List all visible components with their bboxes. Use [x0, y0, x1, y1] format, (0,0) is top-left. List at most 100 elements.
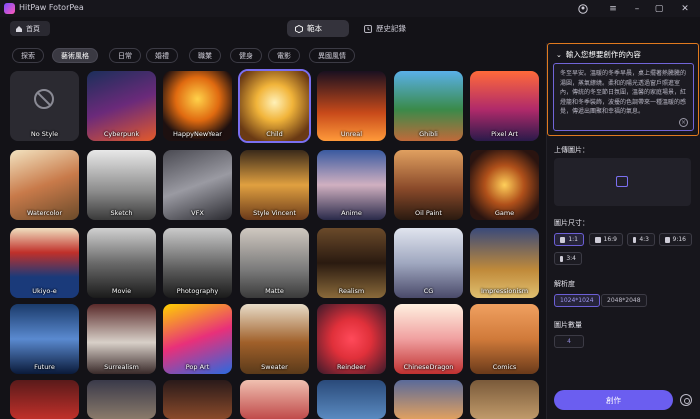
style-tile[interactable]: Pop Art [163, 304, 232, 374]
no-style-icon [34, 89, 54, 109]
style-tile[interactable] [470, 380, 539, 419]
style-label: No Style [30, 130, 59, 138]
prompt-header[interactable]: ⌄ 輸入您想要創作的內容 [556, 49, 641, 60]
style-tile[interactable] [10, 380, 79, 419]
style-tile[interactable] [163, 380, 232, 419]
style-tile[interactable]: Sweater [240, 304, 309, 374]
style-tile[interactable]: HappyNewYear [163, 71, 232, 141]
style-label: Anime [341, 209, 362, 217]
style-tile[interactable]: Cyberpunk [87, 71, 156, 141]
prompt-title: 輸入您想要創作的內容 [565, 50, 641, 59]
style-tile[interactable]: Impressionism [470, 228, 539, 298]
count-input[interactable]: 4 [554, 335, 584, 348]
style-tile[interactable]: Realism [317, 228, 386, 298]
tab-templates[interactable]: 範本 [287, 20, 349, 37]
style-tile[interactable]: Oil Paint [394, 150, 463, 220]
ratio-option[interactable]: 3:4 [554, 252, 582, 265]
style-tile[interactable] [317, 380, 386, 419]
image-upload-icon [616, 176, 628, 187]
style-tile[interactable]: Future [10, 304, 79, 374]
style-tile[interactable]: Game [470, 150, 539, 220]
create-button[interactable]: 創作 [554, 390, 673, 410]
style-label: Sketch [110, 209, 133, 217]
style-tile[interactable]: Photography [163, 228, 232, 298]
home-label: 首頁 [26, 24, 40, 33]
menu-icon[interactable]: ≡ [606, 2, 620, 15]
ratio-option[interactable]: 4:3 [627, 233, 655, 246]
resolution-option[interactable]: 2048*2048 [601, 294, 647, 307]
category-chip[interactable]: 探索 [12, 48, 44, 63]
style-thumbnail [163, 380, 232, 419]
style-label: Sweater [261, 363, 288, 371]
style-tile[interactable]: Style Vincent [240, 150, 309, 220]
style-tile[interactable]: No Style [10, 71, 79, 141]
style-tile[interactable]: Child [238, 69, 311, 143]
ratio-label: 9:16 [672, 236, 686, 243]
home-icon [16, 25, 22, 32]
style-tile[interactable]: ChineseDragon [394, 304, 463, 374]
style-label: Child [266, 130, 283, 138]
style-tile[interactable]: Movie [87, 228, 156, 298]
style-tile[interactable]: Ukiyo-e [10, 228, 79, 298]
category-chip[interactable]: 電影 [268, 48, 300, 63]
category-chip[interactable]: 日常 [109, 48, 141, 63]
style-label: Cyberpunk [103, 130, 140, 138]
style-label: Style Vincent [253, 209, 296, 217]
ratio-option[interactable]: 1:1 [554, 233, 584, 246]
style-tile[interactable]: Matte [240, 228, 309, 298]
resolution-label: 解析度 [554, 280, 575, 288]
prompt-input[interactable]: 冬至早安。溫暖的冬季早晨，桌上擺著熱騰騰的湯圓，蒸氣繚繞。柔和的陽光透過窗戶照進… [553, 63, 694, 131]
maximize-icon[interactable]: ▢ [652, 2, 666, 15]
style-tile[interactable] [240, 380, 309, 419]
style-tile[interactable]: CG [394, 228, 463, 298]
style-label: Photography [176, 287, 219, 295]
style-tile[interactable]: Comics [470, 304, 539, 374]
style-label: Comics [492, 363, 517, 371]
resolution-option[interactable]: 1024*1024 [554, 294, 600, 307]
style-tile[interactable]: Reindeer [317, 304, 386, 374]
ratio-icon [633, 236, 637, 243]
style-tile[interactable]: Sketch [87, 150, 156, 220]
home-button[interactable]: 首頁 [10, 21, 50, 36]
style-tile[interactable]: Pixel Art [470, 71, 539, 141]
ratio-option[interactable]: 9:16 [659, 233, 692, 246]
style-label: Watercolor [26, 209, 63, 217]
style-tile[interactable] [394, 380, 463, 419]
account-icon[interactable] [576, 2, 590, 15]
count-label: 圖片數量 [554, 321, 582, 329]
style-tile[interactable] [87, 380, 156, 419]
close-icon[interactable]: ✕ [678, 2, 692, 15]
tab-history[interactable]: 歷史記錄 [356, 20, 422, 37]
style-tile[interactable]: Unreal [317, 71, 386, 141]
size-label: 圖片尺寸： [554, 219, 589, 227]
gear-icon[interactable] [680, 394, 692, 406]
style-thumbnail [10, 380, 79, 419]
style-tile[interactable]: Ghibli [394, 71, 463, 141]
style-grid: No Style Cyberpunk HappyNewYear Child Unreal… [10, 69, 540, 419]
style-label: Unreal [340, 130, 363, 138]
ratio-icon [560, 236, 566, 243]
style-thumbnail [240, 380, 309, 419]
style-tile[interactable]: Surrealism [87, 304, 156, 374]
category-chip[interactable]: 職業 [189, 48, 221, 63]
ratio-option[interactable]: 16:9 [589, 233, 623, 246]
ratio-icon [560, 255, 564, 262]
style-label: Realism [338, 287, 365, 295]
minimize-icon[interactable]: – [630, 2, 644, 15]
style-label: Reindeer [337, 363, 366, 371]
ratio-icon [665, 236, 670, 243]
style-tile[interactable]: VFX [163, 150, 232, 220]
style-tile[interactable]: Anime [317, 150, 386, 220]
style-label: Matte [265, 287, 284, 295]
category-chip[interactable]: 藝術風格 [52, 48, 98, 63]
clear-icon[interactable]: × [679, 118, 688, 127]
style-label: ChineseDragon [403, 363, 454, 371]
style-thumbnail [317, 380, 386, 419]
chevron-down-icon: ⌄ [556, 50, 562, 59]
category-chip[interactable]: 異國風情 [309, 48, 355, 63]
style-tile[interactable]: Watercolor [10, 150, 79, 220]
style-label: Movie [111, 287, 132, 295]
ratio-label: 4:3 [639, 236, 649, 243]
category-chip[interactable]: 婚禮 [146, 48, 178, 63]
category-chip[interactable]: 健身 [230, 48, 262, 63]
